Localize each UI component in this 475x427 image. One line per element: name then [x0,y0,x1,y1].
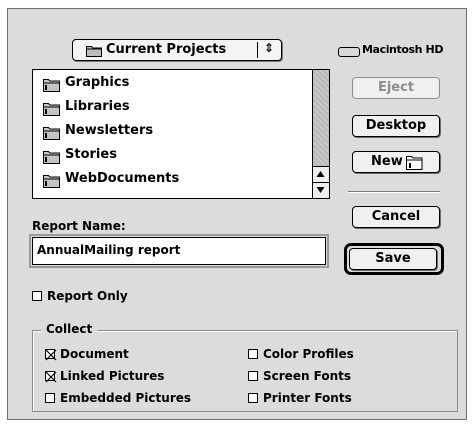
checkbox-label: Screen Fonts [263,369,352,383]
location-popup-label: Current Projects [106,42,227,57]
check-icon [45,371,57,383]
checkbox-label: Report Only [47,289,128,303]
scroll-down-button[interactable] [313,182,329,198]
cancel-button[interactable]: Cancel [352,206,440,228]
scroll-up-button[interactable] [313,166,329,182]
checkbox-label: Linked Pictures [60,369,165,383]
folder-icon [43,101,60,120]
arrow-up-icon [316,171,325,177]
list-item-label: Graphics [65,75,130,90]
folder-icon [43,149,60,168]
report-name-input[interactable] [37,241,317,259]
volume-label: Macintosh HD [362,43,444,56]
new-button-label: New [371,154,403,169]
checkbox-box[interactable] [248,349,258,359]
list-scrollbar[interactable] [312,70,329,198]
list-item-label: Libraries [65,99,130,114]
list-item-label: WebDocuments [65,171,180,186]
eject-button[interactable]: Eject [352,77,440,99]
folder-icon [86,44,102,61]
checkbox-label: Color Profiles [263,347,354,361]
checkbox-box[interactable] [45,371,57,383]
popup-divider [257,42,258,58]
checkbox-box[interactable] [45,349,57,361]
checkbox-label: Printer Fonts [263,391,352,405]
save-button[interactable]: Save [349,248,437,270]
report-name-label: Report Name: [32,219,126,233]
popup-arrows-icon: ⇕ [264,41,275,55]
checkbox-label: Embedded Pictures [60,391,192,405]
collect-group-title: Collect [41,322,98,336]
check-icon [45,349,57,361]
file-list[interactable]: Graphics Libraries Newsletters Stories W… [32,69,330,199]
checkbox-box[interactable] [45,393,55,403]
folder-icon [43,125,60,144]
new-folder-button[interactable]: New [352,151,440,173]
save-dialog: Current Projects ⇕ Macintosh HD Graphics… [7,8,467,420]
folder-icon [43,77,60,96]
report-name-field[interactable] [29,234,329,268]
scrollbar-track[interactable] [313,70,329,166]
checkbox-box[interactable] [248,371,258,381]
hard-disk-icon [338,47,360,57]
button-separator [348,191,440,193]
location-popup[interactable]: Current Projects ⇕ [72,39,282,61]
checkbox-label: Document [60,347,129,361]
checkbox-box[interactable] [248,393,258,403]
new-folder-icon [406,154,424,177]
checkbox-box[interactable] [32,291,42,301]
folder-icon [43,173,60,192]
list-item-label: Stories [65,147,117,162]
arrow-down-icon [316,187,325,193]
desktop-button[interactable]: Desktop [352,115,440,137]
list-item-label: Newsletters [65,123,154,138]
